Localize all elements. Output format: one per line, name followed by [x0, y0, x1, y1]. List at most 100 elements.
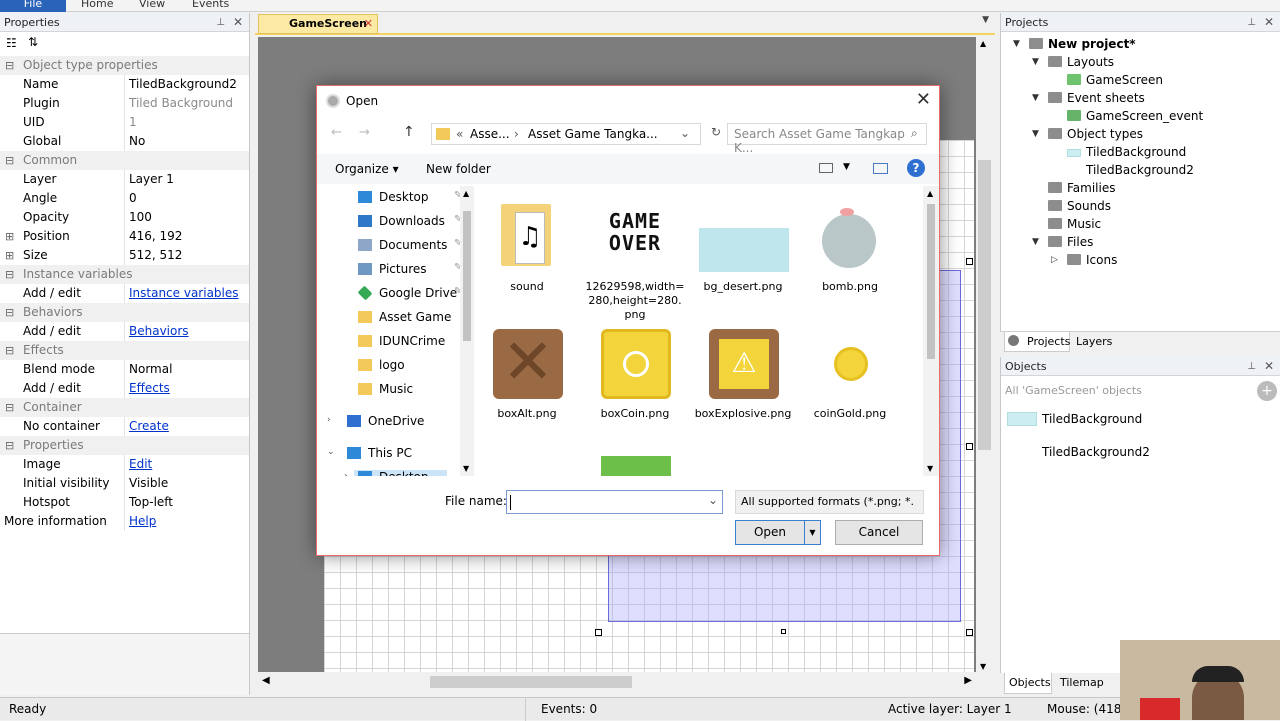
collapse-icon[interactable]: ⊟ [5, 56, 14, 75]
collapse-icon[interactable]: ⊟ [5, 265, 14, 284]
nav-item[interactable]: Google Drive ✎ [357, 285, 462, 301]
expanded-arrow-icon[interactable]: ▼ [1032, 93, 1039, 103]
tree-item[interactable]: Icons [1067, 253, 1117, 267]
close-icon[interactable]: ✕ [1264, 357, 1274, 376]
collapsed-arrow-icon[interactable]: › [327, 415, 331, 425]
property-row[interactable]: Hotspot Top-left [0, 493, 249, 512]
object-item[interactable]: TiledBackground2 [1042, 445, 1150, 459]
pin-icon[interactable]: ⊥ [216, 13, 225, 32]
tree-item[interactable]: Music [1048, 217, 1101, 231]
property-row[interactable]: Image Edit [0, 455, 249, 474]
nav-item[interactable]: Music [358, 382, 413, 396]
nav-item[interactable]: Documents ✎ [358, 238, 462, 252]
chevron-down-icon[interactable]: ⌄ [680, 126, 690, 140]
file-type-select[interactable]: All supported formats (*.png; *. [735, 490, 924, 514]
property-row[interactable]: More information Help [0, 512, 249, 531]
categorized-icon[interactable]: ☷ [6, 36, 17, 50]
tree-item[interactable]: Object types [1048, 127, 1143, 141]
hscroll-thumb[interactable] [430, 676, 632, 688]
file-item[interactable]: boxCoin.png [585, 325, 685, 421]
property-row[interactable]: Global No [0, 132, 249, 151]
nav-item[interactable]: Desktop [354, 470, 447, 476]
files-scroll-thumb[interactable] [927, 204, 935, 359]
property-value[interactable]: Behaviors [129, 322, 189, 341]
collapse-icon[interactable]: ⊟ [5, 303, 14, 322]
nav-item[interactable]: Desktop ✎ [358, 190, 462, 204]
resize-handle[interactable] [595, 629, 602, 636]
nav-item[interactable]: Pictures ✎ [358, 262, 462, 276]
cancel-button[interactable]: Cancel [835, 520, 923, 545]
breadcrumb-item[interactable]: Asse... [470, 127, 510, 141]
nav-scroll-thumb[interactable] [463, 211, 471, 341]
collapse-icon[interactable]: ⊟ [5, 151, 14, 170]
tab-objects[interactable]: Objects [1004, 673, 1052, 694]
file-item[interactable]: ✕ boxAlt.png [477, 325, 577, 421]
property-row[interactable]: Opacity 100 [0, 208, 249, 227]
open-button[interactable]: Open ▼ [735, 520, 821, 545]
split-dropdown-icon[interactable]: ▼ [804, 521, 820, 544]
nav-item[interactable]: OneDrive [347, 414, 424, 428]
help-icon[interactable]: ? [907, 159, 925, 177]
property-category[interactable]: ⊟ Object type properties [0, 56, 249, 75]
file-item[interactable] [585, 452, 685, 476]
tree-item[interactable]: TiledBackground [1067, 145, 1186, 159]
property-row[interactable]: Layer Layer 1 [0, 170, 249, 189]
nav-item[interactable]: IDUNCrime [358, 334, 445, 348]
tree-item[interactable]: Event sheets [1048, 91, 1145, 105]
property-category[interactable]: ⊟ Instance variables [0, 265, 249, 284]
property-value[interactable]: Create [129, 417, 169, 436]
breadcrumb-item[interactable]: Asset Game Tangka... [528, 127, 658, 141]
files-scrollbar[interactable]: ▲ ▼ [923, 186, 939, 476]
nav-item[interactable]: Asset Game [358, 310, 451, 324]
ribbon-tab-events[interactable]: Events [192, 0, 229, 10]
tree-item[interactable]: Families [1048, 181, 1115, 195]
ribbon-tab-file[interactable]: File [0, 0, 66, 12]
file-item[interactable]: ♥ [693, 452, 793, 477]
file-item[interactable]: bomb.png [800, 198, 900, 294]
nav-item[interactable]: Downloads ✎ [358, 214, 462, 228]
search-input[interactable]: Search Asset Game Tangkap K... [727, 123, 927, 155]
back-arrow-icon[interactable]: ← [331, 125, 342, 140]
file-item[interactable]: bg_desert.png [693, 198, 793, 294]
view-icon[interactable] [819, 163, 833, 173]
tree-item[interactable]: Layouts [1048, 55, 1114, 69]
property-category[interactable]: ⊟ Effects [0, 341, 249, 360]
forward-arrow-icon[interactable]: → [359, 125, 370, 140]
objects-filter[interactable]: All 'GameScreen' objects [1005, 381, 1255, 401]
file-item[interactable]: coinGold.png [800, 325, 900, 421]
dialog-titlebar[interactable]: Open ✕ [317, 86, 939, 116]
organize-button[interactable]: Organize ▾ [335, 162, 399, 176]
close-icon[interactable]: ✕ [233, 13, 243, 32]
property-row[interactable]: ⊞ Position 416, 192 [0, 227, 249, 246]
property-row[interactable]: UID 1 [0, 113, 249, 132]
close-icon[interactable]: ✕ [1264, 13, 1274, 32]
expanded-arrow-icon[interactable]: ▼ [1032, 237, 1039, 247]
property-category[interactable]: ⊟ Container [0, 398, 249, 417]
property-category[interactable]: ⊟ Properties [0, 436, 249, 455]
property-category[interactable]: ⊟ Common [0, 151, 249, 170]
property-value[interactable]: Edit [129, 455, 152, 474]
tree-item[interactable]: TiledBackground2 [1067, 163, 1194, 177]
nav-item[interactable]: This PC [347, 446, 412, 460]
property-row[interactable]: Angle 0 [0, 189, 249, 208]
add-object-icon[interactable]: + [1257, 381, 1277, 401]
scroll-up-icon[interactable]: ▲ [927, 189, 933, 198]
tab-layers[interactable]: Layers [1076, 335, 1112, 348]
resize-handle[interactable] [966, 443, 973, 450]
refresh-icon[interactable]: ↻ [711, 125, 721, 139]
property-value[interactable]: Effects [129, 379, 170, 398]
pin-icon[interactable]: ⊥ [1247, 13, 1256, 32]
tree-item[interactable]: New project* [1029, 37, 1136, 51]
expanded-arrow-icon[interactable]: ▼ [1032, 129, 1039, 139]
expand-icon[interactable]: ⊞ [5, 246, 14, 265]
property-value[interactable]: Help [129, 512, 156, 531]
scroll-down-icon[interactable]: ▼ [463, 464, 469, 473]
resize-handle[interactable] [966, 629, 973, 636]
property-row[interactable]: Add / edit Effects [0, 379, 249, 398]
ribbon-tab-home[interactable]: Home [81, 0, 113, 10]
file-item[interactable]: ⚠ boxExplosive.png [693, 325, 793, 421]
property-row[interactable]: Name TiledBackground2 [0, 75, 249, 94]
scroll-up-icon[interactable]: ▲ [980, 39, 986, 48]
collapsed-arrow-icon[interactable]: › [344, 471, 348, 476]
new-folder-button[interactable]: New folder [426, 162, 491, 176]
